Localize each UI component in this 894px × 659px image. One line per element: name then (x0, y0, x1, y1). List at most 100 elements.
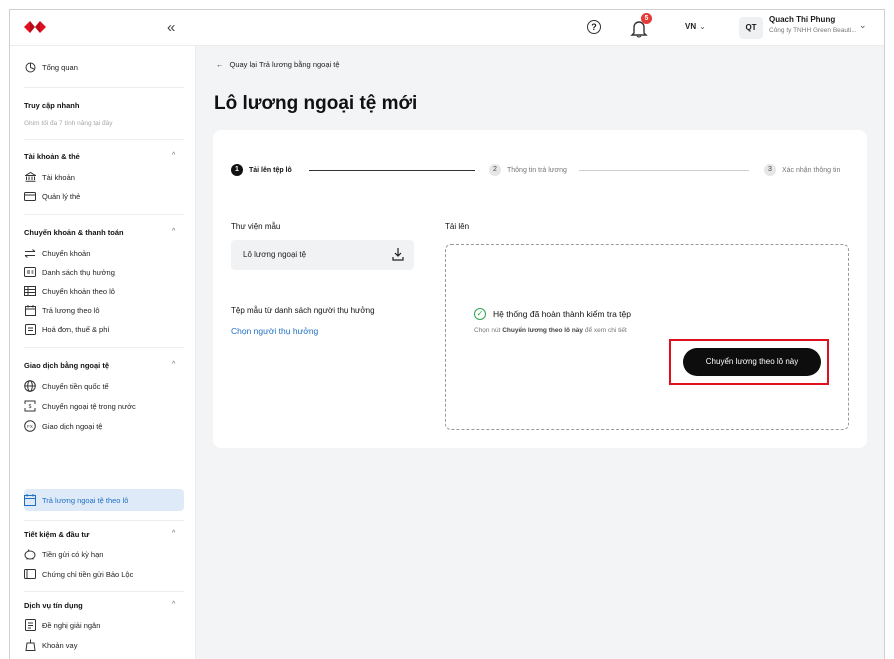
choose-beneficiary-link[interactable]: Chọn người thụ hưởng (231, 326, 318, 336)
top-bar: « ? 5 VN ⌄ QT Quach Thi Phung Công ty TNH… (10, 10, 884, 46)
upload-label: Tải lên (445, 222, 470, 231)
certificate-icon (24, 569, 36, 580)
step-connector (579, 170, 749, 171)
batch-upload-card: 1 Tải lên tệp lô 2 Thông tin trả lương 3… (213, 130, 867, 448)
sidebar-item-label: Chuyển ngoại tệ trong nước (42, 401, 136, 411)
step-3: 3 Xác nhận thông tin (764, 164, 840, 176)
step-2: 2 Thông tin trả lương (489, 164, 567, 176)
check-circle-icon: ✓ (474, 308, 486, 320)
sidebar-item-beneficiaries[interactable]: Danh sách thụ hưởng (24, 263, 184, 281)
step-connector (309, 170, 475, 171)
bank-icon (24, 172, 36, 183)
sidebar-item-label: Tiền gửi có kỳ hạn (42, 549, 104, 559)
card-icon (24, 191, 36, 202)
sidebar-item-fx-trading[interactable]: FX Giao dịch ngoại tệ (24, 417, 184, 435)
collapse-sidebar-icon[interactable]: « (167, 19, 175, 36)
chevron-up-icon[interactable]: ^ (172, 601, 175, 608)
template-library-label: Thư viện mẫu (231, 222, 281, 231)
sidebar-item-accounts[interactable]: Tài khoản (24, 168, 184, 186)
divider (24, 591, 184, 592)
page-title: Lô lương ngoại tệ mới (214, 93, 418, 114)
sidebar-item-label: Chuyển khoản theo lô (42, 286, 115, 296)
template-download-item[interactable]: Lô lương ngoại tệ (231, 240, 414, 270)
sidebar-item-international-transfer[interactable]: Chuyển tiền quốc tế (24, 377, 184, 395)
help-icon[interactable]: ? (587, 20, 601, 34)
sidebar-item-batch-payroll[interactable]: Trả lương theo lô (24, 301, 184, 319)
svg-text:$: $ (29, 404, 32, 410)
sidebar-item-cards[interactable]: Quản lý thẻ (24, 187, 184, 205)
bill-icon (24, 323, 36, 335)
sidebar-item-batch-transfer[interactable]: Chuyển khoản theo lô (24, 282, 184, 300)
sidebar-item-label: Danh sách thụ hưởng (42, 267, 115, 277)
calendar-icon (24, 304, 36, 316)
calendar-fx-icon (24, 494, 36, 506)
sidebar-item-label: Tài khoản (42, 172, 75, 182)
sidebar-item-bills[interactable]: Hoá đơn, thuế & phí (24, 320, 184, 338)
transfer-arrows-icon (24, 248, 36, 259)
template-name: Lô lương ngoại tệ (243, 250, 307, 259)
sidebar-item-fx-batch-payroll[interactable]: Trả lương ngoại tệ theo lô (24, 489, 184, 511)
sidebar-item-domestic-fx-transfer[interactable]: $ Chuyển ngoại tệ trong nước (24, 397, 184, 415)
download-icon[interactable] (392, 247, 404, 261)
fx-icon: FX (24, 420, 36, 432)
divider (24, 87, 184, 88)
sidebar-item-label: Tổng quan (42, 63, 78, 72)
section-heading-transfers[interactable]: Chuyển khoản & thanh toán (24, 228, 124, 237)
loan-icon (24, 639, 36, 651)
step-1: 1 Tải lên tệp lô (231, 164, 292, 176)
step-label: Thông tin trả lương (507, 166, 567, 174)
upload-dropzone[interactable]: ✓ Hệ thống đã hoàn thành kiểm tra tệp Ch… (445, 244, 849, 430)
company-name: Công ty TNHH Green Beauti... (769, 27, 857, 34)
sidebar-item-term-deposit[interactable]: Tiền gửi có kỳ hạn (24, 545, 184, 563)
contact-list-icon (24, 267, 36, 278)
user-name[interactable]: Quach Thi Phung (769, 15, 835, 24)
section-heading-savings[interactable]: Tiết kiệm & đầu tư (24, 530, 89, 539)
chevron-down-icon: ⌄ (699, 22, 706, 31)
step-number: 3 (764, 164, 776, 176)
globe-icon (24, 380, 36, 392)
sidebar-item-label: Trả lương theo lô (42, 305, 100, 315)
sidebar-item-label: Giao dịch ngoại tệ (42, 421, 103, 431)
quick-access-heading: Truy cập nhanh (24, 101, 80, 110)
step-number: 2 (489, 164, 501, 176)
sidebar-item-label: Quản lý thẻ (42, 191, 81, 201)
bank-logo-icon[interactable] (24, 19, 46, 35)
piggy-bank-icon (24, 548, 36, 560)
user-menu-chevron-icon[interactable]: ⌄ (859, 20, 867, 31)
divider (24, 139, 184, 140)
chevron-up-icon[interactable]: ^ (172, 228, 175, 235)
sidebar-item-transfer[interactable]: Chuyển khoản (24, 244, 184, 262)
chevron-up-icon[interactable]: ^ (172, 361, 175, 368)
chevron-up-icon[interactable]: ^ (172, 530, 175, 537)
highlight-box (669, 339, 829, 385)
check-hint: Chọn nút Chuyển lương theo lô này để xem… (474, 327, 627, 334)
sidebar-item-loans[interactable]: Khoản vay (24, 636, 184, 654)
divider (24, 520, 184, 521)
beneficiary-template-label: Tệp mẫu từ danh sách người thụ hưởng (231, 306, 375, 315)
avatar[interactable]: QT (739, 17, 763, 39)
section-heading-credit[interactable]: Dịch vụ tín dụng (24, 601, 83, 610)
app-window: « ? 5 VN ⌄ QT Quach Thi Phung Công ty TNH… (9, 9, 885, 659)
sidebar-item-label: Hoá đơn, thuế & phí (42, 324, 110, 334)
sidebar-item-disbursement[interactable]: Đề nghị giải ngân (24, 616, 184, 634)
fx-transfer-icon: $ (24, 400, 36, 412)
sidebar-item-label: Trả lương ngoại tệ theo lô (42, 495, 129, 505)
divider (24, 347, 184, 348)
step-label: Tải lên tệp lô (249, 166, 292, 174)
sidebar-item-label: Đề nghị giải ngân (42, 620, 101, 630)
sidebar-item-overview[interactable]: Tổng quan (24, 62, 78, 73)
language-selector[interactable]: VN ⌄ (685, 22, 706, 31)
sidebar-item-label: Chuyển tiền quốc tế (42, 381, 109, 391)
section-heading-foreign-currency[interactable]: Giao dịch bằng ngoại tệ (24, 361, 109, 370)
quick-access-hint: Ghim tối đa 7 tính năng tại đây (24, 120, 113, 127)
back-link-label: Quay lại Trả lương bằng ngoại tệ (229, 60, 340, 69)
notification-badge: 5 (641, 13, 652, 24)
chevron-up-icon[interactable]: ^ (172, 152, 175, 159)
dashboard-icon (24, 62, 36, 73)
language-label: VN (685, 22, 697, 31)
sidebar-item-deposit-certificate[interactable]: Chứng chỉ tiền gửi Bảo Lộc (24, 565, 184, 583)
sidebar-item-label: Chứng chỉ tiền gửi Bảo Lộc (42, 569, 134, 579)
back-link[interactable]: ← Quay lại Trả lương bằng ngoại tệ (216, 60, 340, 69)
document-icon (24, 619, 36, 631)
section-heading-accounts[interactable]: Tài khoản & thẻ (24, 152, 80, 161)
